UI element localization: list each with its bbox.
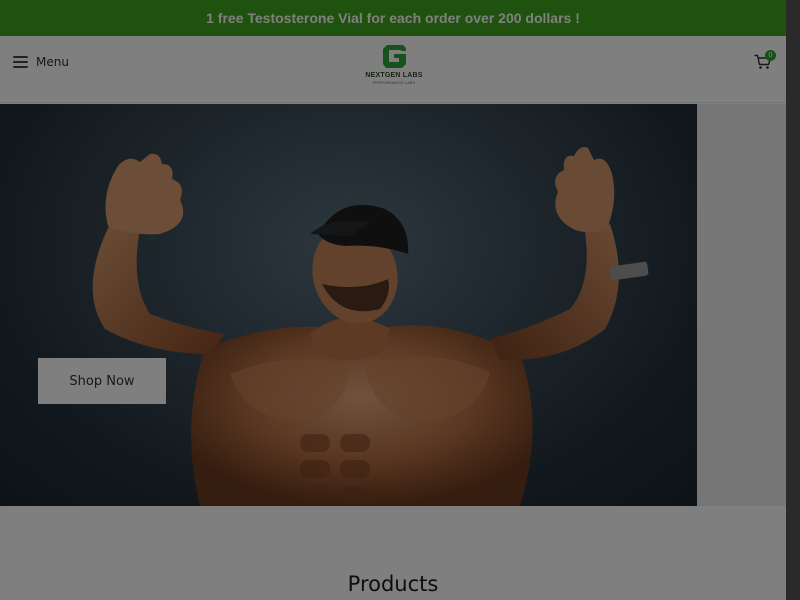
page-scrollbar[interactable] <box>786 0 800 600</box>
modal-backdrop-overlay[interactable] <box>0 0 786 600</box>
storefront-page: 1 free Testosterone Vial for each order … <box>0 0 786 600</box>
